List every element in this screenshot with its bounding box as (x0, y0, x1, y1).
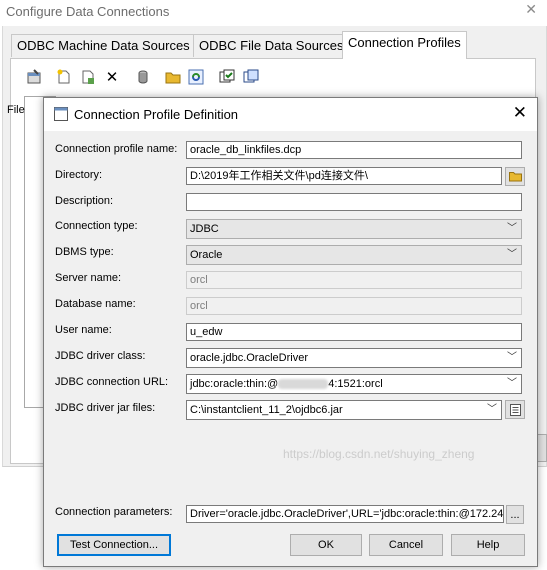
file-list-icon (509, 403, 521, 416)
dialog-title: Connection Profile Definition (74, 107, 239, 122)
driver-class-label: JDBC driver class: (55, 350, 146, 362)
open-folder-icon[interactable] (164, 68, 182, 86)
connection-type-value: JDBC (190, 223, 219, 235)
help-button[interactable]: Help (451, 534, 525, 556)
database-name-label: Database name: (55, 298, 136, 310)
outer-titlebar: Configure Data Connections ✕ (0, 0, 547, 26)
refresh-icon[interactable] (187, 68, 205, 86)
chevron-down-icon: ﹀ (507, 223, 517, 234)
driver-jar-label: JDBC driver jar files: (55, 402, 156, 414)
test-connection-button[interactable]: Test Connection... (57, 534, 171, 556)
connection-type-select[interactable]: JDBC ﹀ (186, 219, 522, 239)
connection-url-label: JDBC connection URL: (55, 376, 169, 388)
tab-odbc-machine-data-sources[interactable]: ODBC Machine Data Sources (11, 34, 196, 57)
directory-label: Directory: (55, 169, 103, 181)
server-name-label: Server name: (55, 272, 122, 284)
delete-icon[interactable]: ✕ (103, 68, 121, 86)
profile-name-input[interactable]: oracle_db_linkfiles.dcp (186, 141, 522, 159)
outer-close-button[interactable]: ✕ (525, 1, 537, 18)
dialog-window-icon (54, 107, 68, 121)
driver-class-value: oracle.jdbc.OracleDriver (190, 352, 308, 364)
tab-connection-profiles[interactable]: Connection Profiles (342, 31, 467, 59)
outer-window-title: Configure Data Connections (6, 4, 170, 19)
directory-input[interactable]: D:\2019年工作相关文件\pd连接文件\ (186, 167, 502, 185)
add-profile-icon[interactable] (79, 68, 97, 86)
dbms-type-label: DBMS type: (55, 246, 114, 258)
driver-jar-value: C:\instantclient_11_2\ojdbc6.jar (190, 404, 343, 416)
database-name-input: orcl (186, 297, 522, 315)
browse-directory-button[interactable] (505, 167, 525, 186)
connection-type-label: Connection type: (55, 220, 138, 232)
connection-params-input[interactable]: Driver='oracle.jdbc.OracleDriver',URL='j… (186, 505, 504, 523)
profile-name-label: Connection profile name: (55, 143, 178, 155)
redacted-ip-region (278, 379, 329, 390)
watermark-text: https://blog.csdn.net/shuying_zheng (283, 447, 475, 461)
profiles-list-header: File (7, 104, 25, 116)
folder-icon (508, 172, 522, 182)
chevron-down-icon: ﹀ (507, 378, 517, 389)
chevron-down-icon: ﹀ (507, 352, 517, 363)
dialog-close-button[interactable]: ✕ (513, 104, 527, 121)
database-icon[interactable] (134, 68, 152, 86)
tab-odbc-file-data-sources[interactable]: ODBC File Data Sources (193, 34, 350, 57)
description-input[interactable] (186, 193, 522, 211)
driver-jar-combo[interactable]: C:\instantclient_11_2\ojdbc6.jar ﹀ (186, 400, 502, 420)
connection-profile-definition-dialog: Connection Profile Definition ✕ Connecti… (43, 97, 538, 567)
connection-url-prefix: jdbc:oracle:thin:@ (190, 378, 279, 390)
copy-icon[interactable] (242, 68, 260, 86)
chevron-down-icon: ﹀ (487, 404, 497, 415)
check-all-icon[interactable] (218, 68, 236, 86)
properties-icon[interactable] (25, 68, 43, 86)
server-name-input: orcl (186, 271, 522, 289)
dbms-type-value: Oracle (190, 249, 223, 261)
chevron-down-icon: ﹀ (507, 249, 517, 260)
cancel-button[interactable]: Cancel (369, 534, 443, 556)
user-name-label: User name: (55, 324, 112, 336)
connection-url-combo[interactable]: jdbc:oracle:thin:@ 4:1521:orcl ﹀ (186, 374, 522, 394)
connection-params-label: Connection parameters: (55, 506, 173, 518)
driver-class-combo[interactable]: oracle.jdbc.OracleDriver ﹀ (186, 348, 522, 368)
description-label: Description: (55, 195, 114, 207)
dbms-type-select[interactable]: Oracle ﹀ (186, 245, 522, 265)
new-profile-icon[interactable] (55, 68, 73, 86)
connection-url-suffix: 4:1521:orcl (328, 378, 383, 390)
browse-jar-button[interactable] (505, 400, 525, 419)
ok-button[interactable]: OK (290, 534, 362, 556)
edit-params-button[interactable]: ... (506, 505, 524, 524)
user-name-input[interactable]: u_edw (186, 323, 522, 341)
dialog-titlebar: Connection Profile Definition ✕ (44, 98, 537, 131)
